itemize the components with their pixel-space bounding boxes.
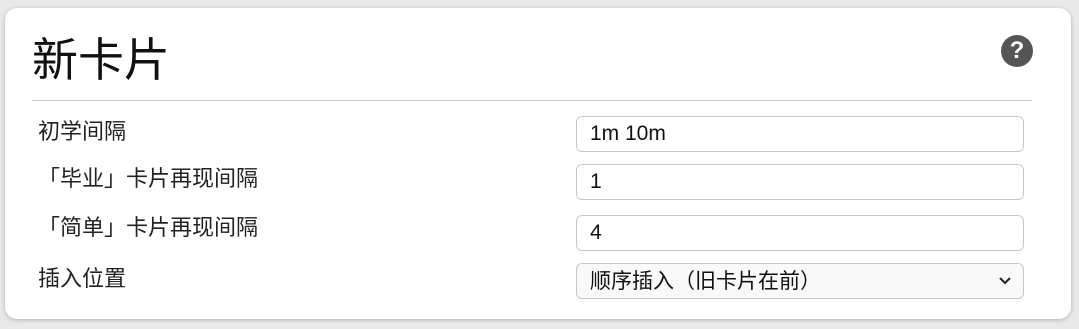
learning-steps-input[interactable]: [590, 117, 1010, 151]
divider: [32, 100, 1032, 101]
graduating-interval-field[interactable]: [576, 164, 1024, 200]
easy-interval-input[interactable]: [590, 216, 1010, 250]
chevron-down-icon: [999, 264, 1011, 298]
insertion-order-select[interactable]: 顺序插入（旧卡片在前）: [576, 263, 1024, 299]
section-title: 新卡片: [32, 33, 170, 87]
help-icon[interactable]: ?: [1001, 35, 1033, 67]
easy-interval-label: 「简单」卡片再现间隔: [38, 216, 259, 241]
learning-steps-field[interactable]: [576, 116, 1024, 152]
easy-interval-field[interactable]: [576, 215, 1024, 251]
graduating-interval-label: 「毕业」卡片再现间隔: [38, 167, 259, 192]
insertion-order-value: 顺序插入（旧卡片在前）: [590, 269, 821, 293]
learning-steps-label: 初学间隔: [38, 120, 127, 145]
graduating-interval-input[interactable]: [590, 165, 1010, 199]
insertion-order-label: 插入位置: [38, 267, 127, 292]
new-cards-panel: 新卡片 ? 初学间隔 「毕业」卡片再现间隔 「简单」卡片再现间隔 插入位置 顺序…: [5, 8, 1071, 319]
